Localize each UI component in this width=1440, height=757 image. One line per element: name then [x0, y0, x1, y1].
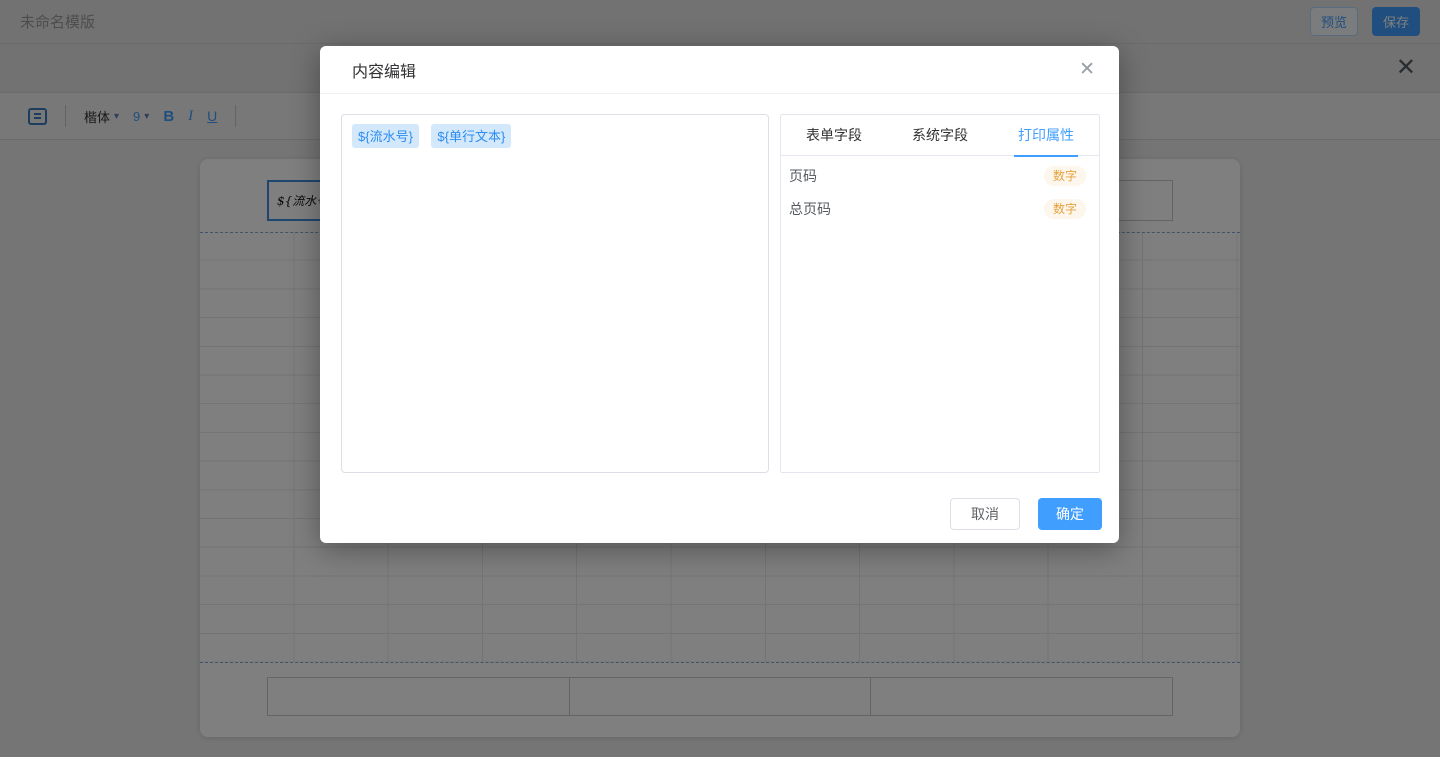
field-label: 页码	[789, 166, 817, 186]
field-tag[interactable]: ${流水号}	[352, 124, 419, 148]
field-list: 页码 数字 总页码 数字	[781, 156, 1099, 225]
cancel-button[interactable]: 取消	[950, 498, 1020, 530]
field-row-total-pages[interactable]: 总页码 数字	[781, 192, 1099, 225]
tab-system-fields[interactable]: 系统字段	[887, 115, 993, 155]
field-tag[interactable]: ${单行文本}	[431, 124, 511, 148]
confirm-button[interactable]: 确定	[1038, 498, 1102, 530]
tab-print-properties[interactable]: 打印属性	[993, 115, 1099, 155]
dialog-title: 内容编辑	[352, 58, 416, 82]
dialog-body: ${流水号} ${单行文本} 表单字段 系统字段 打印属性 页码 数字	[320, 114, 1119, 473]
dialog-close-icon[interactable]: ✕	[1079, 60, 1095, 79]
tab-label: 表单字段	[802, 114, 866, 157]
content-edit-dialog: 内容编辑 ✕ ${流水号} ${单行文本} 表单字段 系统字段 打印属性	[320, 46, 1119, 543]
content-editor-input[interactable]: ${流水号} ${单行文本}	[341, 114, 769, 473]
fields-tabs: 表单字段 系统字段 打印属性	[781, 115, 1099, 156]
tab-form-fields[interactable]: 表单字段	[781, 115, 887, 155]
type-badge: 数字	[1044, 199, 1086, 219]
fields-panel: 表单字段 系统字段 打印属性 页码 数字 总页码 数字	[780, 114, 1100, 473]
field-row-page-number[interactable]: 页码 数字	[781, 159, 1099, 192]
field-label: 总页码	[789, 199, 831, 219]
type-badge: 数字	[1044, 166, 1086, 186]
tab-label: 打印属性	[1014, 114, 1078, 157]
tab-label: 系统字段	[908, 114, 972, 157]
dialog-footer: 取消 确定	[950, 498, 1102, 530]
dialog-header: 内容编辑 ✕	[320, 46, 1119, 94]
